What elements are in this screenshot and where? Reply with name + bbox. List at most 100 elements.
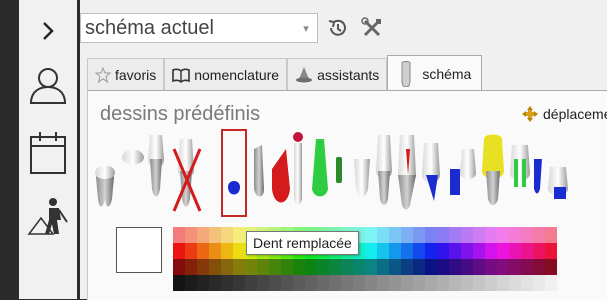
palette-color-cell[interactable] [233, 243, 245, 259]
schema-select[interactable]: schéma actuel ▾ [80, 13, 318, 43]
tab-schema[interactable]: schéma [387, 55, 483, 92]
color-palette[interactable] [173, 227, 557, 291]
tab-assistants[interactable]: assistants [287, 58, 388, 91]
palette-color-cell[interactable] [509, 259, 521, 275]
palette-color-cell[interactable] [545, 227, 557, 243]
palette-color-cell[interactable] [533, 227, 545, 243]
palette-color-cell[interactable] [425, 259, 437, 275]
drawing-implant-bleu[interactable] [450, 149, 476, 195]
palette-color-cell[interactable] [425, 275, 437, 291]
palette-color-cell[interactable] [341, 275, 353, 291]
palette-color-cell[interactable] [521, 227, 533, 243]
palette-color-cell[interactable] [233, 275, 245, 291]
palette-color-cell[interactable] [545, 259, 557, 275]
construction-worker-icon[interactable] [19, 194, 77, 238]
palette-color-cell[interactable] [413, 275, 425, 291]
palette-color-cell[interactable] [485, 275, 497, 291]
palette-color-cell[interactable] [413, 259, 425, 275]
tab-nomenclature[interactable]: nomenclature [164, 58, 288, 91]
palette-color-cell[interactable] [533, 275, 545, 291]
palette-color-cell[interactable] [401, 227, 413, 243]
palette-color-cell[interactable] [209, 243, 221, 259]
palette-color-cell[interactable] [461, 275, 473, 291]
palette-color-cell[interactable] [329, 275, 341, 291]
palette-color-cell[interactable] [485, 227, 497, 243]
history-icon[interactable] [326, 15, 350, 41]
palette-color-cell[interactable] [521, 275, 533, 291]
palette-color-cell[interactable] [197, 259, 209, 275]
palette-color-cell[interactable] [209, 259, 221, 275]
palette-color-cell[interactable] [185, 275, 197, 291]
palette-color-cell[interactable] [221, 275, 233, 291]
palette-color-cell[interactable] [509, 275, 521, 291]
palette-color-cell[interactable] [509, 227, 521, 243]
palette-color-cell[interactable] [197, 275, 209, 291]
palette-color-cell[interactable] [173, 227, 185, 243]
palette-color-cell[interactable] [533, 259, 545, 275]
palette-color-cell[interactable] [413, 227, 425, 243]
palette-color-cell[interactable] [377, 275, 389, 291]
palette-color-cell[interactable] [401, 259, 413, 275]
palette-color-cell[interactable] [449, 259, 461, 275]
drawing-dent-verte[interactable] [312, 139, 342, 197]
palette-color-cell[interactable] [317, 275, 329, 291]
palette-color-cell[interactable] [401, 275, 413, 291]
palette-color-cell[interactable] [365, 259, 377, 275]
palette-color-cell[interactable] [185, 227, 197, 243]
palette-color-cell[interactable] [353, 275, 365, 291]
palette-color-cell[interactable] [209, 275, 221, 291]
palette-color-cell[interactable] [305, 259, 317, 275]
palette-color-cell[interactable] [413, 243, 425, 259]
drawing-dent[interactable] [376, 135, 392, 205]
drawing-dent-molaire[interactable] [95, 165, 115, 207]
palette-color-cell[interactable] [545, 275, 557, 291]
palette-color-cell[interactable] [473, 259, 485, 275]
palette-color-cell[interactable] [185, 243, 197, 259]
palette-color-cell[interactable] [233, 259, 245, 275]
palette-color-cell[interactable] [509, 243, 521, 259]
palette-color-cell[interactable] [521, 243, 533, 259]
palette-color-cell[interactable] [197, 227, 209, 243]
palette-color-cell[interactable] [257, 259, 269, 275]
palette-color-cell[interactable] [245, 275, 257, 291]
palette-color-cell[interactable] [173, 259, 185, 275]
palette-color-cell[interactable] [281, 259, 293, 275]
palette-color-cell[interactable] [317, 259, 329, 275]
palette-color-cell[interactable] [377, 243, 389, 259]
chevron-down-icon[interactable]: ▾ [295, 22, 317, 35]
drawing-dent-jaune[interactable] [482, 134, 504, 206]
palette-color-cell[interactable] [269, 275, 281, 291]
palette-color-cell[interactable] [197, 243, 209, 259]
palette-color-cell[interactable] [389, 259, 401, 275]
drawing-racine[interactable] [254, 145, 264, 197]
palette-color-cell[interactable] [437, 259, 449, 275]
palette-color-cell[interactable] [269, 259, 281, 275]
palette-color-cell[interactable] [425, 227, 437, 243]
palette-color-cell[interactable] [185, 259, 197, 275]
palette-color-cell[interactable] [485, 259, 497, 275]
palette-color-cell[interactable] [473, 275, 485, 291]
palette-color-cell[interactable] [365, 275, 377, 291]
palette-color-cell[interactable] [293, 259, 305, 275]
palette-color-cell[interactable] [365, 243, 377, 259]
drawing-dent-canaux-verts[interactable] [510, 145, 542, 194]
palette-color-cell[interactable] [209, 227, 221, 243]
palette-color-cell[interactable] [389, 243, 401, 259]
palette-color-cell[interactable] [545, 243, 557, 259]
drawing-dent-canal-bleu[interactable] [422, 143, 440, 201]
palette-color-cell[interactable] [173, 243, 185, 259]
palette-color-cell[interactable] [365, 227, 377, 243]
drawing-couronne[interactable] [122, 149, 144, 165]
palette-color-cell[interactable] [533, 243, 545, 259]
calendar-icon[interactable] [19, 128, 77, 178]
drawing-dent-bleue[interactable] [548, 167, 568, 199]
palette-color-cell[interactable] [377, 259, 389, 275]
palette-color-cell[interactable] [293, 275, 305, 291]
palette-color-cell[interactable] [497, 243, 509, 259]
palette-color-cell[interactable] [449, 243, 461, 259]
palette-color-cell[interactable] [485, 243, 497, 259]
expand-chevron-icon[interactable] [19, 14, 77, 48]
selected-color-swatch[interactable] [116, 227, 162, 273]
palette-color-cell[interactable] [497, 227, 509, 243]
palette-color-cell[interactable] [473, 227, 485, 243]
